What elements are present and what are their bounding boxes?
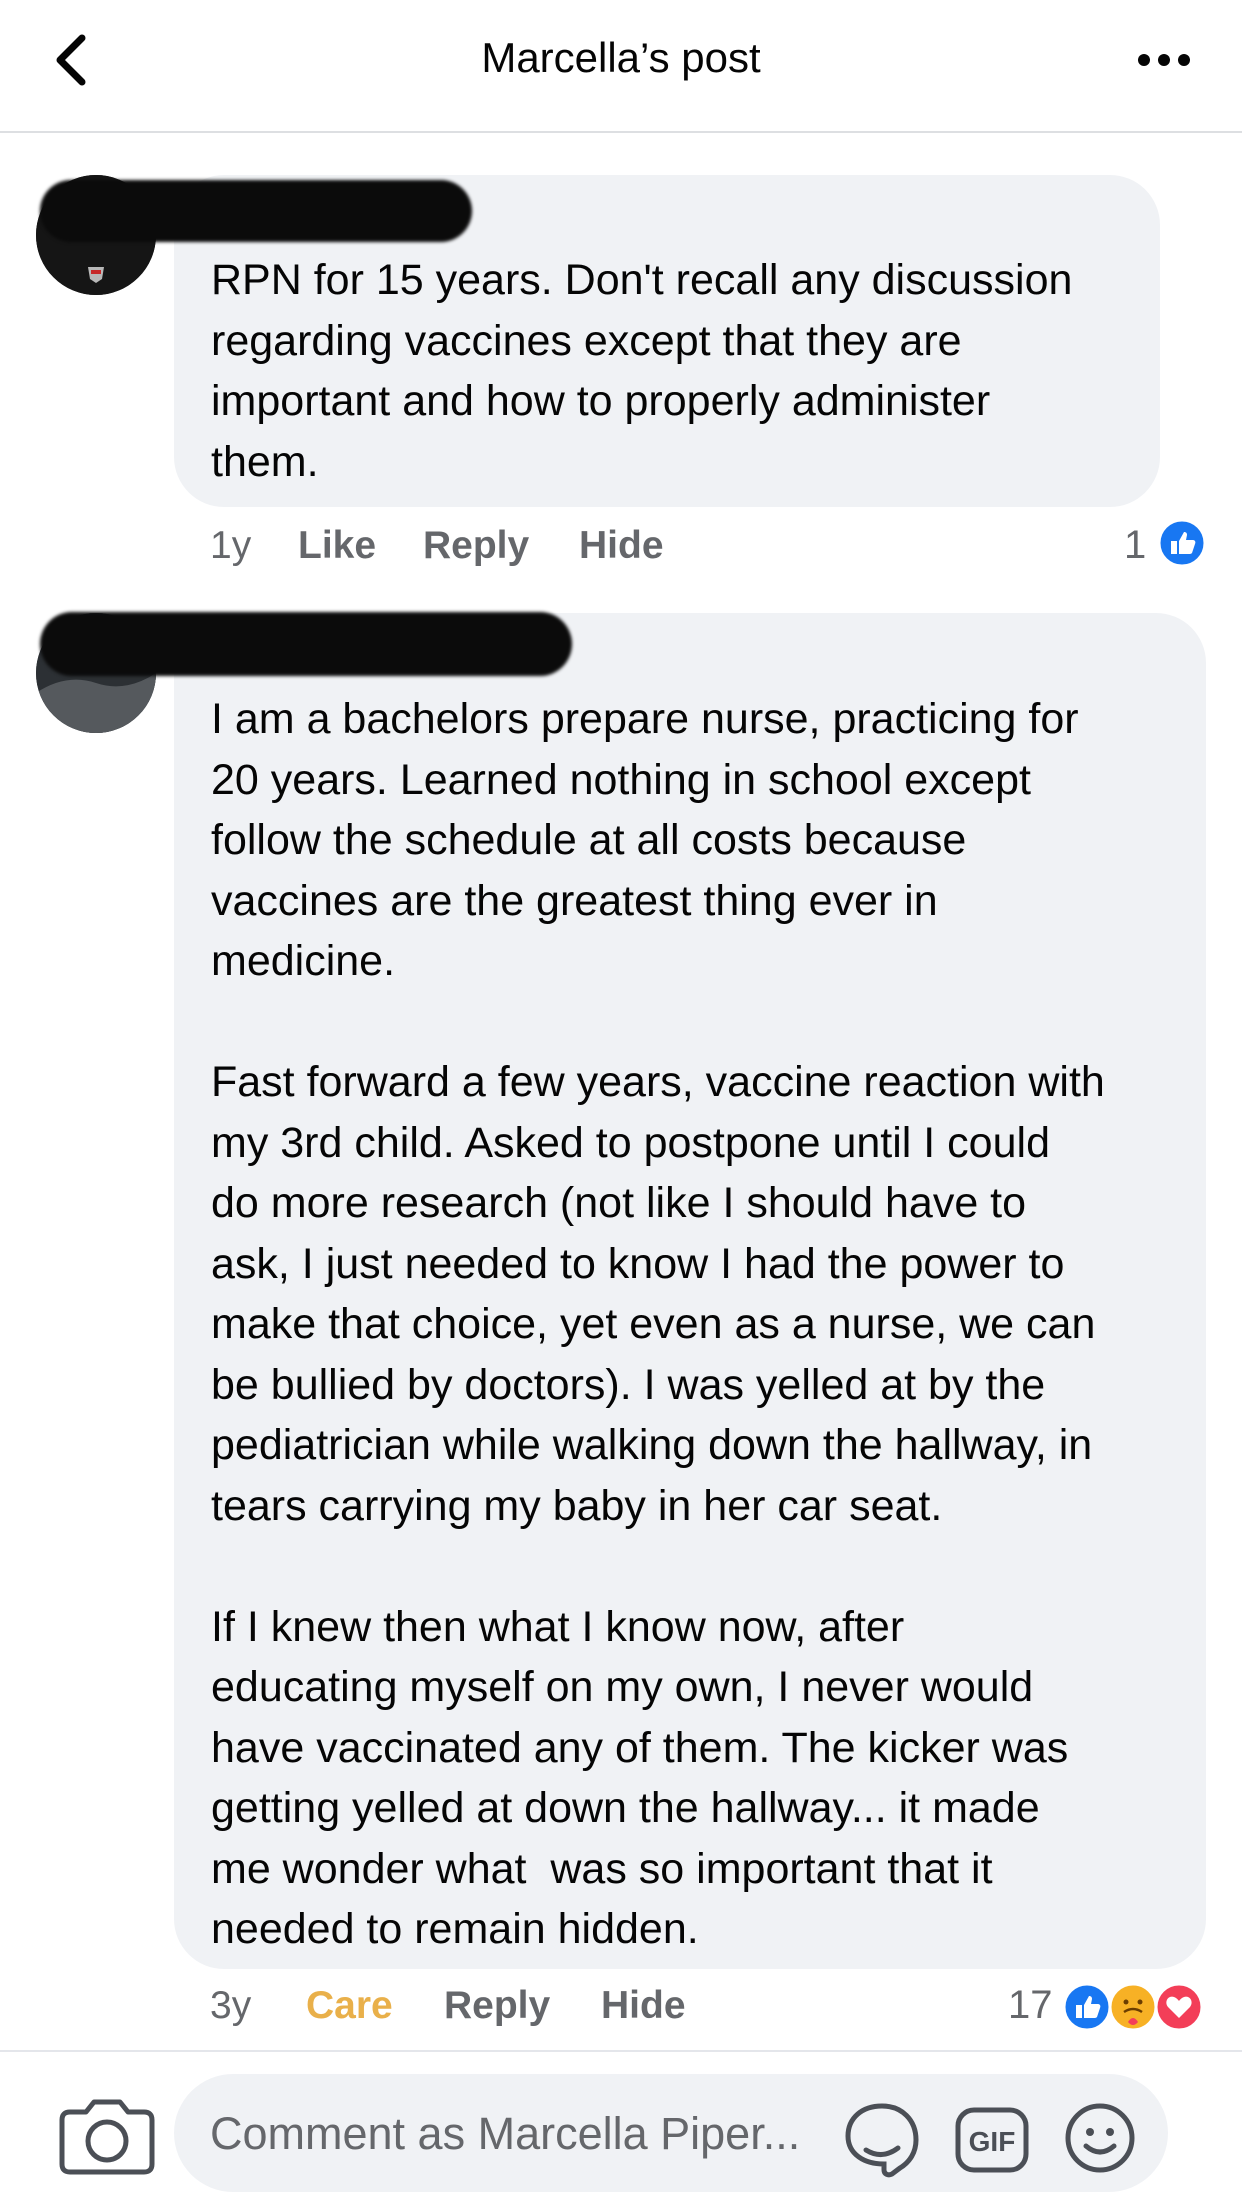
comment-text: I am a bachelors prepare nurse, practici… xyxy=(211,695,1105,1953)
comment-composer: Comment as Marcella Piper... GIF xyxy=(0,2050,1242,2210)
emoji-icon[interactable] xyxy=(1064,2102,1136,2174)
like-icon[interactable] xyxy=(1062,1982,1112,2032)
comment-input[interactable]: Comment as Marcella Piper... xyxy=(210,2108,800,2160)
more-dots-icon xyxy=(1138,54,1190,66)
care-button[interactable]: Care xyxy=(306,1984,393,2028)
redacted-name xyxy=(40,180,472,242)
comment-text: RPN for 15 years. Don't recall any discu… xyxy=(211,256,1073,486)
hide-button[interactable]: Hide xyxy=(579,524,664,568)
reply-button[interactable]: Reply xyxy=(423,524,529,568)
hide-button[interactable]: Hide xyxy=(601,1984,686,2028)
top-bar: Marcella’s post xyxy=(0,0,1242,133)
comment-time: 1y xyxy=(210,524,252,567)
love-icon[interactable] xyxy=(1154,1982,1204,2032)
sticker-icon[interactable] xyxy=(842,2100,922,2180)
page-title: Marcella’s post xyxy=(481,34,761,81)
reply-button[interactable]: Reply xyxy=(444,1984,550,2028)
like-button[interactable]: Like xyxy=(298,524,376,568)
comment-input-box[interactable]: Comment as Marcella Piper... GIF xyxy=(174,2074,1168,2192)
reaction-count[interactable]: 1 xyxy=(1124,523,1146,568)
gif-icon[interactable]: GIF xyxy=(954,2106,1030,2174)
svg-text:GIF: GIF xyxy=(969,2126,1016,2157)
camera-icon[interactable] xyxy=(56,2098,172,2176)
comment-time: 3y xyxy=(210,1984,252,2027)
redacted-name xyxy=(40,612,572,676)
care-icon[interactable] xyxy=(1108,1982,1158,2032)
more-options-button[interactable] xyxy=(1134,40,1194,80)
reaction-count[interactable]: 17 xyxy=(1008,1983,1053,2028)
like-icon[interactable] xyxy=(1157,518,1207,568)
